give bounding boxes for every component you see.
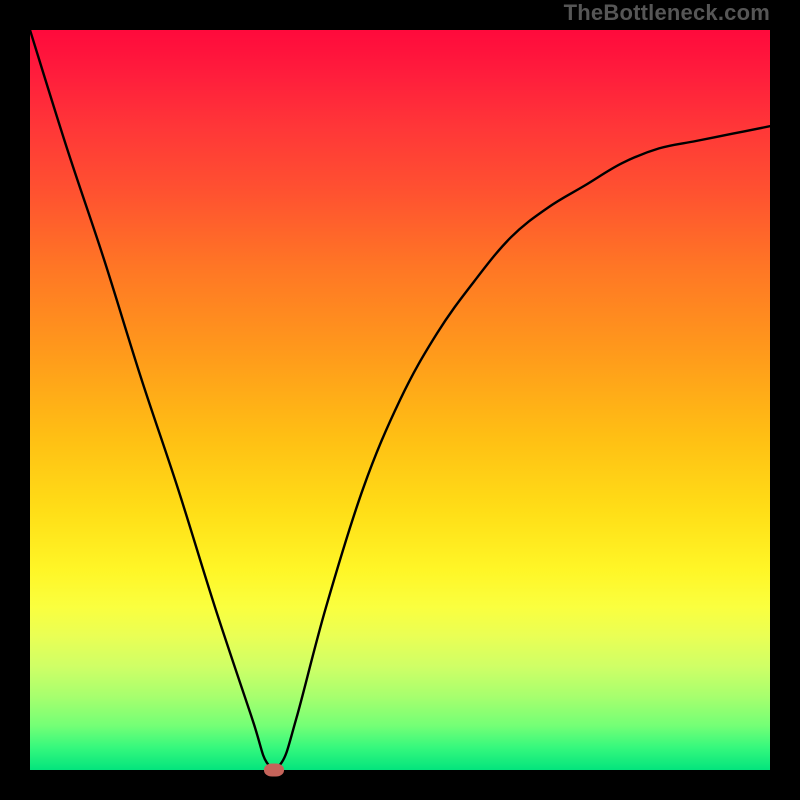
curve-svg: [30, 30, 770, 770]
chart-frame: TheBottleneck.com: [0, 0, 800, 800]
watermark-text: TheBottleneck.com: [564, 0, 770, 26]
bottleneck-curve-path: [30, 30, 770, 769]
optimum-marker: [264, 764, 284, 777]
plot-area: [30, 30, 770, 770]
